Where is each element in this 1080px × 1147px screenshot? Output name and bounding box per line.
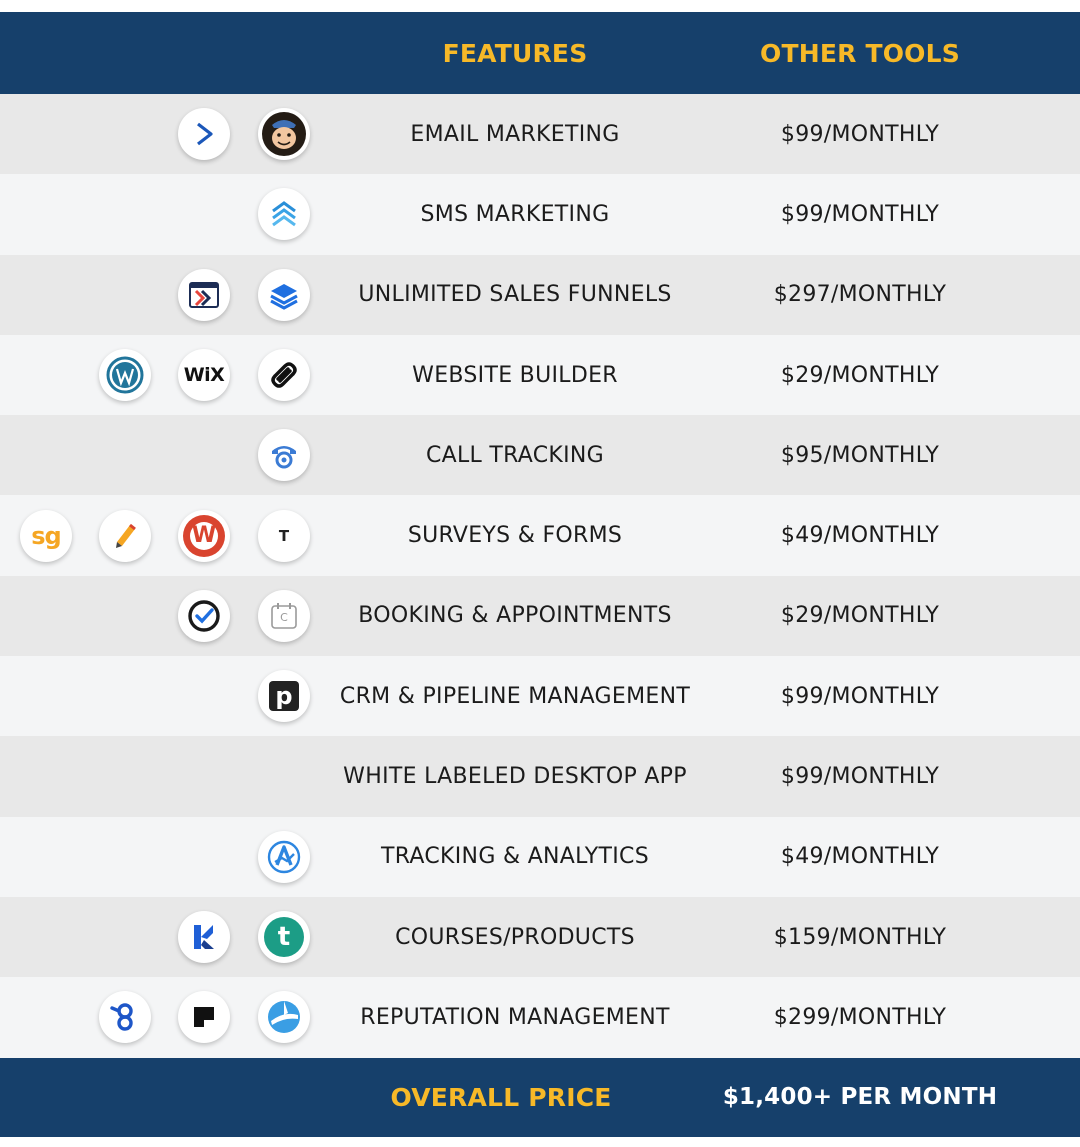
feature-price: $95/MONTHLY xyxy=(780,442,940,468)
podium-icon xyxy=(178,991,230,1044)
feature-name: BOOKING & APPOINTMENTS xyxy=(358,603,672,629)
feature-name: COURSES/PRODUCTS xyxy=(395,924,635,950)
feature-price: $299/MONTHLY xyxy=(773,1004,947,1030)
jotform-icon xyxy=(99,509,151,562)
clickfunnels-icon xyxy=(178,268,230,321)
swipe-icon xyxy=(258,991,310,1044)
feature-price: $49/MONTHLY xyxy=(780,523,940,549)
feature-price: $29/MONTHLY xyxy=(780,603,940,629)
feature-price: $99/MONTHLY xyxy=(780,121,940,147)
table-row-desktop-app: WHITE LABELED DESKTOP APP $99/MONTHLY xyxy=(0,736,1080,817)
analytics-icon xyxy=(258,830,310,883)
table-row-sales-funnels: UNLIMITED SALES FUNNELS $297/MONTHLY xyxy=(0,254,1080,335)
wordpress-icon xyxy=(99,349,151,402)
tool-icons xyxy=(0,736,320,816)
wix-icon: WiX xyxy=(178,349,230,402)
table-row-courses: t COURSES/PRODUCTS $159/MONTHLY xyxy=(0,896,1080,978)
call-tracking-icon xyxy=(258,429,310,482)
typeform-icon: T xyxy=(258,509,310,562)
tool-icons: T W sg xyxy=(0,495,320,575)
pipedrive-icon-text: p xyxy=(275,682,293,711)
table-row-reputation: REPUTATION MANAGEMENT $299/MONTHLY xyxy=(0,977,1080,1058)
feature-price: $99/MONTHLY xyxy=(780,764,940,790)
tool-icons: p xyxy=(0,656,320,736)
squarespace-icon xyxy=(258,349,310,402)
mailchimp-icon xyxy=(258,108,310,161)
other-tools-column-header: OTHER TOOLS xyxy=(760,38,960,68)
table-row-analytics: TRACKING & ANALYTICS $49/MONTHLY xyxy=(0,816,1080,897)
table-row-sms-marketing: SMS MARKETING $99/MONTHLY xyxy=(0,174,1080,255)
table-header: FEATURES OTHER TOOLS xyxy=(0,12,1080,94)
acuity-icon: C xyxy=(258,589,310,642)
pricing-comparison-table: FEATURES OTHER TOOLS EMAIL MARKETING $99… xyxy=(0,12,1080,1137)
feature-price: $99/MONTHLY xyxy=(780,683,940,709)
tool-icons xyxy=(0,255,320,335)
feature-name: EMAIL MARKETING xyxy=(410,121,620,147)
overall-price-label: OVERALL PRICE xyxy=(390,1082,612,1112)
table-row-booking: C BOOKING & APPOINTMENTS $29/MONTHLY xyxy=(0,575,1080,657)
table-row-email-marketing: EMAIL MARKETING $99/MONTHLY xyxy=(0,94,1080,175)
feature-price: $297/MONTHLY xyxy=(773,282,947,308)
feature-name: SMS MARKETING xyxy=(420,201,610,227)
wufoo-icon: W xyxy=(178,509,230,562)
table-row-crm: p CRM & PIPELINE MANAGEMENT $99/MONTHLY xyxy=(0,656,1080,737)
feature-price: $49/MONTHLY xyxy=(780,844,940,870)
wufoo-icon-text: W xyxy=(191,523,217,549)
activecampaign-icon xyxy=(178,108,230,161)
tool-icons xyxy=(0,977,320,1057)
table-row-surveys-forms: T W sg SURVEYS & FORMS $49/MONTHLY xyxy=(0,495,1080,576)
overall-price-value: $1,400+ PER MONTH xyxy=(722,1084,998,1111)
wix-icon-text: WiX xyxy=(183,364,225,387)
feature-name: REPUTATION MANAGEMENT xyxy=(360,1004,670,1030)
feature-name: WHITE LABELED DESKTOP APP xyxy=(343,764,687,790)
feature-name: CRM & PIPELINE MANAGEMENT xyxy=(339,683,691,709)
tool-icons: t xyxy=(0,897,320,977)
feature-name: TRACKING & ANALYTICS xyxy=(380,844,649,870)
teachable-icon-text: t xyxy=(277,922,291,953)
teachable-icon: t xyxy=(258,911,310,964)
kajabi-icon xyxy=(178,911,230,964)
acuity-icon-text: C xyxy=(280,611,288,625)
feature-price: $99/MONTHLY xyxy=(780,201,940,227)
surveygizmo-icon: sg xyxy=(20,509,72,562)
tool-icons xyxy=(0,174,320,254)
tool-icons: C xyxy=(0,576,320,656)
calendly-icon xyxy=(178,589,230,642)
feature-name: CALL TRACKING xyxy=(425,442,605,468)
tool-icons: WiX xyxy=(0,335,320,415)
tool-icons xyxy=(0,817,320,897)
feature-name: WEBSITE BUILDER xyxy=(412,362,618,388)
table-footer: OVERALL PRICE $1,400+ PER MONTH xyxy=(0,1057,1080,1137)
feature-price: $29/MONTHLY xyxy=(780,362,940,388)
birdeye-icon xyxy=(99,991,151,1044)
tool-icons xyxy=(0,94,320,174)
layers-icon xyxy=(258,268,310,321)
typeform-icon-text: T xyxy=(278,526,290,545)
feature-price: $159/MONTHLY xyxy=(773,924,947,950)
sms-chevrons-icon xyxy=(258,188,310,241)
feature-name: SURVEYS & FORMS xyxy=(407,523,623,549)
table-row-call-tracking: CALL TRACKING $95/MONTHLY xyxy=(0,415,1080,496)
tool-icons xyxy=(0,415,320,495)
pipedrive-icon: p xyxy=(258,670,310,723)
table-row-website-builder: WiX WEBSITE BUILDER $29/MONTHLY xyxy=(0,334,1080,416)
surveygizmo-icon-text: sg xyxy=(31,521,61,550)
features-column-header: FEATURES xyxy=(442,38,588,68)
feature-name: UNLIMITED SALES FUNNELS xyxy=(358,282,672,308)
